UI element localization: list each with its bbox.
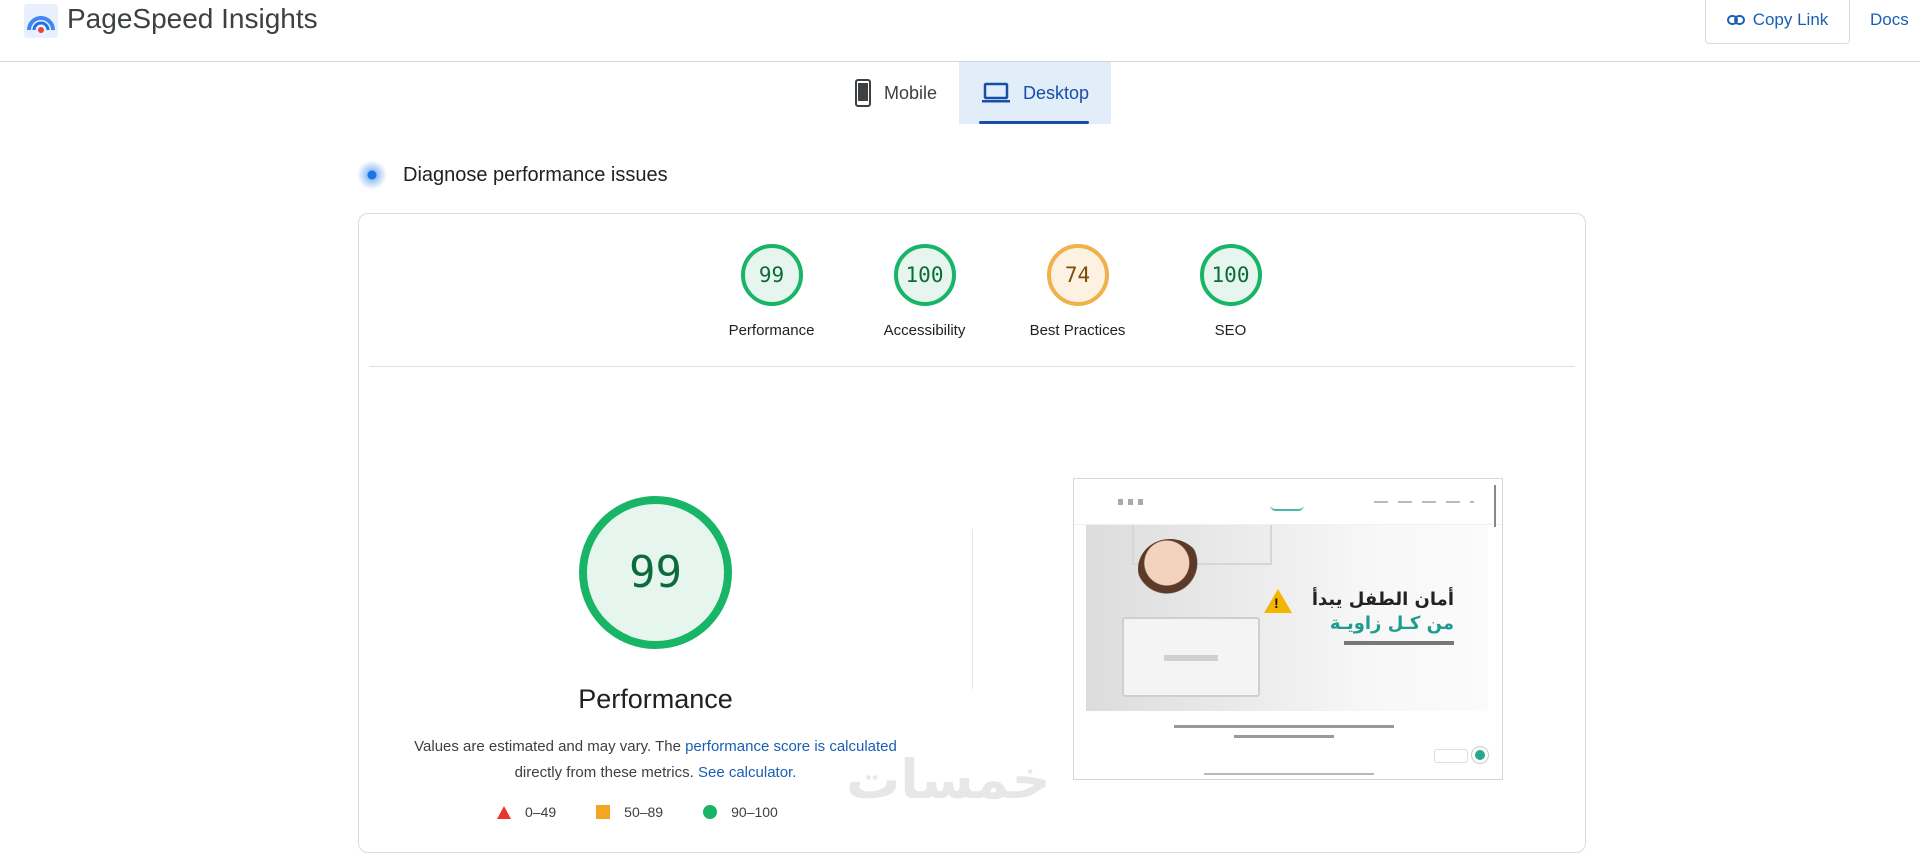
phone-icon xyxy=(855,79,871,107)
baby-image xyxy=(1138,539,1202,599)
gauge-performance-label: Performance xyxy=(728,322,815,339)
divider xyxy=(369,366,1575,367)
gauge-seo-label: SEO xyxy=(1214,322,1247,339)
pagespeed-logo-icon xyxy=(24,4,58,38)
gauge-best-practices[interactable]: 74 Best Practices xyxy=(1001,244,1154,339)
screenshot-nav xyxy=(1374,501,1474,503)
link-icon xyxy=(1726,15,1745,25)
device-tabs: Mobile Desktop xyxy=(832,62,1112,124)
tab-desktop[interactable]: Desktop xyxy=(959,62,1112,124)
watermark: خمسات xyxy=(846,748,1051,811)
gauge-accessibility[interactable]: 100 Accessibility xyxy=(848,244,1001,339)
screenshot-headline-2: من كـل زاويـة xyxy=(1329,613,1454,634)
warning-mark: ! xyxy=(1274,595,1279,611)
see-calculator-link[interactable]: See calculator. xyxy=(698,764,796,781)
performance-score-gauge: 99 xyxy=(579,496,732,649)
score-legend: 0–49 50–89 90–100 xyxy=(497,804,778,820)
screenshot-header xyxy=(1074,479,1502,527)
desc-text-1: Values are estimated and may vary. The xyxy=(414,738,686,755)
vertical-divider xyxy=(972,529,973,689)
legend-pass: 90–100 xyxy=(703,804,778,820)
diagnose-title: Diagnose performance issues xyxy=(403,163,668,186)
diagnose-indicator-icon xyxy=(357,160,387,190)
gauge-performance[interactable]: 99 Performance xyxy=(695,244,848,339)
copy-link-button[interactable]: Copy Link xyxy=(1705,0,1850,44)
triangle-icon xyxy=(497,805,511,819)
copy-link-label: Copy Link xyxy=(1752,10,1829,29)
gauge-seo[interactable]: 100 SEO xyxy=(1154,244,1307,339)
top-bar: PageSpeed Insights Copy Link Docs xyxy=(0,0,1920,62)
screenshot-subtext xyxy=(1344,641,1454,645)
tab-mobile[interactable]: Mobile xyxy=(832,62,959,124)
gauge-best-practices-label: Best Practices xyxy=(1029,322,1126,339)
legend-average-label: 50–89 xyxy=(624,804,664,820)
gauge-accessibility-label: Accessibility xyxy=(883,322,966,339)
performance-description: Values are estimated and may vary. The p… xyxy=(399,734,912,786)
screenshot-hero: ! أمان الطفل يبدأ من كـل زاويـة xyxy=(1086,525,1488,711)
gauge-seo-score: 100 xyxy=(1199,244,1262,306)
screenshot-logo xyxy=(1270,493,1304,511)
drawer-image xyxy=(1122,617,1260,697)
app-title: PageSpeed Insights xyxy=(67,3,318,34)
screenshot-footer-text-2 xyxy=(1234,735,1334,738)
gauge-accessibility-score: 100 xyxy=(893,244,956,306)
diagnose-heading: Diagnose performance issues xyxy=(357,160,668,190)
legend-fail-label: 0–49 xyxy=(525,804,557,820)
legend-pass-label: 90–100 xyxy=(731,804,778,820)
docs-link[interactable]: Docs xyxy=(1870,10,1909,30)
screenshot-footer-line xyxy=(1204,773,1374,775)
gauge-performance-score: 99 xyxy=(740,244,803,306)
page-screenshot: ! أمان الطفل يبدأ من كـل زاويـة xyxy=(1073,478,1503,780)
screenshot-scrollbar xyxy=(1494,485,1496,527)
score-gauges: 99 Performance 100 Accessibility 74 Best… xyxy=(695,244,1307,339)
desc-text-2: directly from these metrics. xyxy=(514,764,698,781)
tab-desktop-label: Desktop xyxy=(1023,82,1090,103)
gauge-best-practices-score: 74 xyxy=(1046,244,1109,306)
legend-fail: 0–49 xyxy=(497,804,556,820)
performance-title: Performance xyxy=(578,684,733,714)
square-icon xyxy=(596,805,611,819)
screenshot-chat-icon xyxy=(1472,747,1488,763)
tab-mobile-label: Mobile xyxy=(884,82,938,103)
screenshot-footer-text xyxy=(1174,725,1394,728)
screenshot-header-icons xyxy=(1118,499,1146,505)
screenshot-chat-pill xyxy=(1434,749,1468,763)
laptop-icon xyxy=(982,82,1011,103)
screenshot-headline-1: أمان الطفل يبدأ xyxy=(1311,589,1454,610)
circle-icon xyxy=(703,805,718,819)
legend-average: 50–89 xyxy=(596,804,663,820)
